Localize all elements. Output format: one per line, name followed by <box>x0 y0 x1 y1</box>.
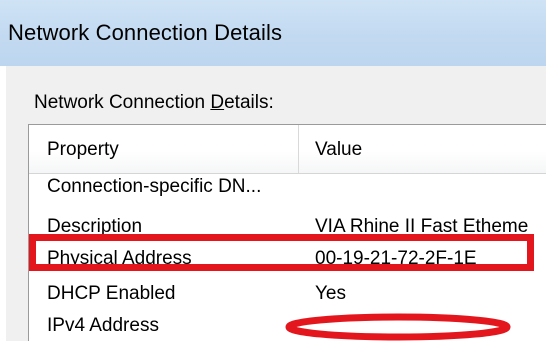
column-divider[interactable] <box>298 125 299 173</box>
group-label-accelerator: D <box>210 92 225 113</box>
property-cell: IPv4 Address <box>47 315 159 336</box>
window-title: Network Connection Details <box>8 20 283 45</box>
property-cell: DHCP Enabled <box>47 283 176 304</box>
table-row[interactable]: DHCP Enabled Yes <box>29 281 546 307</box>
group-label: Network Connection Details: <box>34 92 274 114</box>
details-listview[interactable]: Property Value Connection-specific DN...… <box>28 124 546 341</box>
redaction-ellipse <box>285 313 511 341</box>
value-cell: Yes <box>315 283 346 304</box>
column-header-row: Property Value <box>29 125 546 174</box>
column-header-value[interactable]: Value <box>315 139 362 161</box>
table-row[interactable]: Connection-specific DN... <box>29 174 546 200</box>
highlight-box-physical-address <box>29 234 534 271</box>
property-cell: Connection-specific DN... <box>47 176 262 197</box>
title-bar: Network Connection Details <box>0 0 546 66</box>
redaction-ellipse-shape <box>285 313 511 341</box>
column-header-property[interactable]: Property <box>47 139 119 161</box>
group-label-suffix: etails: <box>224 92 274 113</box>
group-label-prefix: Network Connection <box>34 92 211 113</box>
